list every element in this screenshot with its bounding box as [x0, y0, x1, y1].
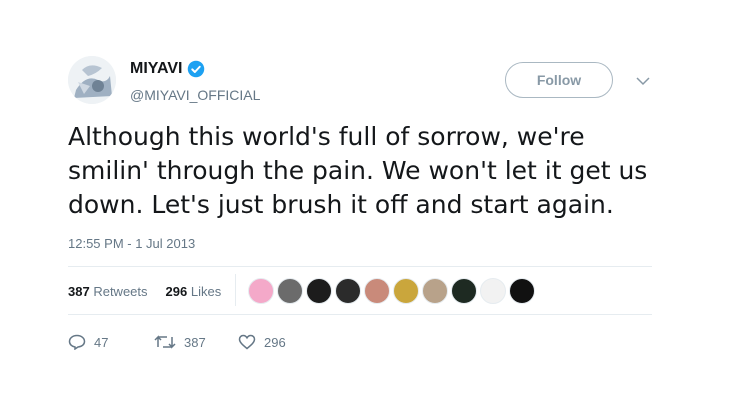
gold-seal-avatar[interactable] — [393, 278, 419, 304]
retweets-stat[interactable]: 387 Retweets — [68, 284, 148, 299]
gray-portrait-avatar[interactable] — [277, 278, 303, 304]
like-count: 296 — [264, 334, 286, 350]
tweet-line: smilin' through the pain. We won't let i… — [68, 156, 648, 185]
verified-badge-icon — [188, 60, 205, 78]
pink-bunny-avatar[interactable] — [248, 278, 274, 304]
profile-photo-icon — [68, 56, 116, 104]
retweets-label: Retweets — [93, 284, 148, 299]
user-handle[interactable]: @MIYAVI_OFFICIAL — [130, 87, 260, 103]
follow-button[interactable]: Follow — [505, 62, 613, 98]
likes-stat[interactable]: 296 Likes — [166, 284, 222, 299]
dark-circle-avatar[interactable] — [306, 278, 332, 304]
stats-separator — [235, 274, 236, 306]
display-name[interactable]: MIYAVI — [130, 60, 205, 78]
reply-count: 47 — [94, 334, 109, 350]
divider — [68, 266, 652, 267]
retweets-count: 387 — [68, 284, 90, 299]
divider — [68, 314, 652, 315]
display-name-text: MIYAVI — [130, 60, 183, 77]
like-button[interactable]: 296 — [238, 334, 286, 350]
chevron-down-icon[interactable] — [636, 76, 650, 86]
white-sketch-avatar[interactable] — [480, 278, 506, 304]
tweet-line: Although this world's full of sorrow, we… — [68, 122, 585, 151]
tweet-stats: 387 Retweets 296 Likes — [68, 284, 221, 299]
retweet-icon — [154, 335, 176, 349]
likes-count: 296 — [165, 284, 188, 299]
heart-icon — [238, 334, 256, 350]
tweet-line: down. Let's just brush it off and start … — [68, 190, 614, 219]
retweet-count: 387 — [184, 334, 206, 350]
face-portrait-avatar[interactable] — [364, 278, 390, 304]
profile-avatar[interactable] — [68, 56, 116, 104]
reply-button[interactable]: 47 — [68, 334, 108, 350]
tweet-timestamp[interactable]: 12:55 PM - 1 Jul 2013 — [68, 236, 195, 251]
likes-label: Likes — [190, 284, 222, 299]
liker-avatars — [248, 278, 535, 304]
black-green-avatar[interactable] — [451, 278, 477, 304]
reply-icon — [68, 334, 86, 350]
black-white-avatar[interactable] — [509, 278, 535, 304]
light-portrait-avatar[interactable] — [422, 278, 448, 304]
tweet-text: Although this world's full of sorrow, we… — [68, 120, 668, 222]
dark-portrait-avatar[interactable] — [335, 278, 361, 304]
retweet-button[interactable]: 387 — [154, 334, 206, 350]
